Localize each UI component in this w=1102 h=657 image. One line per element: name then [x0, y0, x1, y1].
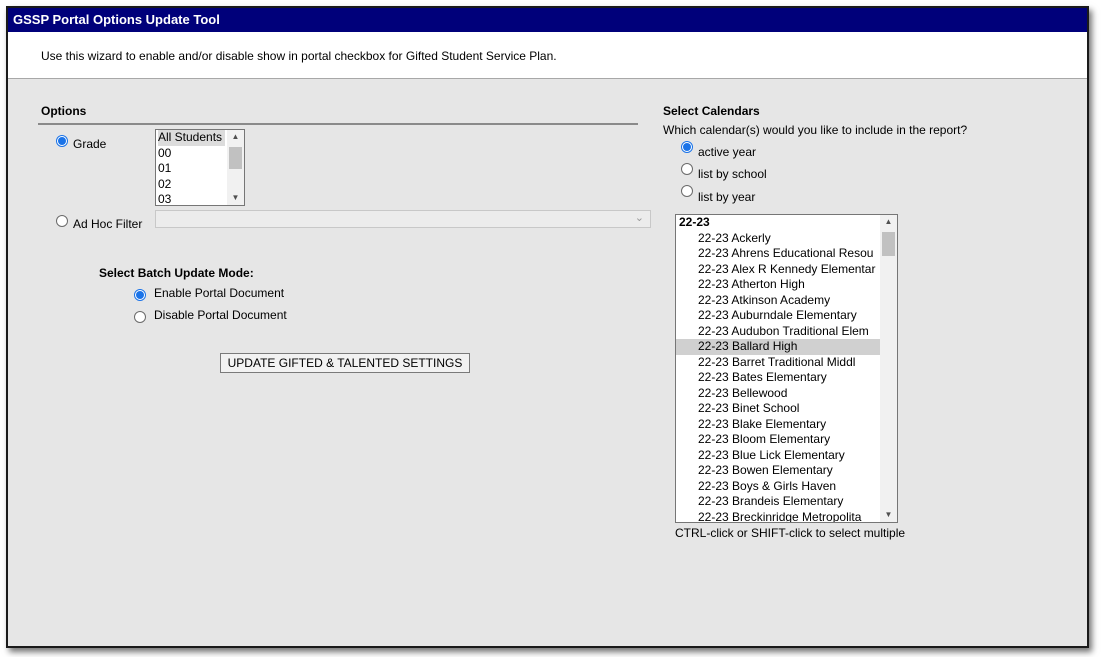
grade-option[interactable]: 01: [158, 161, 225, 177]
options-heading: Options: [41, 104, 87, 118]
multi-select-hint: CTRL-click or SHIFT-click to select mult…: [675, 526, 906, 540]
scroll-thumb[interactable]: [882, 232, 895, 256]
active-year-radio[interactable]: [681, 141, 693, 153]
enable-radio[interactable]: [134, 289, 146, 301]
calendar-option[interactable]: 22-23 Ballard High: [676, 339, 880, 355]
calendar-option[interactable]: 22-23 Atherton High: [676, 277, 880, 293]
scroll-down-icon[interactable]: ▼: [880, 508, 897, 522]
calendar-option[interactable]: 22-23 Ahrens Educational Resou: [676, 246, 880, 262]
grade-scrollbar[interactable]: ▲ ▼: [227, 130, 244, 205]
window-title: GSSP Portal Options Update Tool: [8, 8, 1087, 32]
grade-listbox[interactable]: All Students 00 01 02 03 ▲ ▼: [155, 129, 245, 206]
scroll-up-icon[interactable]: ▲: [227, 130, 244, 144]
update-settings-button[interactable]: UPDATE GIFTED & TALENTED SETTINGS: [220, 353, 470, 373]
grade-radio[interactable]: [56, 135, 68, 147]
adhoc-label: Ad Hoc Filter: [73, 217, 143, 231]
list-by-year-label: list by year: [698, 190, 756, 204]
batch-heading: Select Batch Update Mode:: [99, 266, 254, 280]
scroll-up-icon[interactable]: ▲: [880, 215, 897, 229]
calendar-listbox[interactable]: 22-23 22-23 Ackerly 22-23 Ahrens Educatio…: [675, 214, 898, 523]
calendar-option[interactable]: 22-23 Blue Lick Elementary: [676, 448, 880, 464]
calendars-heading: Select Calendars: [663, 104, 760, 118]
disable-radio[interactable]: [134, 311, 146, 323]
calendar-option[interactable]: 22-23 Blake Elementary: [676, 417, 880, 433]
calendar-scrollbar[interactable]: ▲ ▼: [880, 215, 897, 522]
grade-option[interactable]: All Students: [158, 130, 225, 146]
active-year-label: active year: [698, 145, 757, 159]
calendar-option[interactable]: 22-23 Barret Traditional Middl: [676, 355, 880, 371]
adhoc-filter-select[interactable]: ⌄: [155, 210, 651, 228]
grade-option[interactable]: 02: [158, 177, 225, 193]
calendar-group-label: 22-23: [679, 215, 710, 229]
calendar-option[interactable]: 22-23 Alex R Kennedy Elementar: [676, 262, 880, 278]
grade-option[interactable]: 00: [158, 146, 225, 162]
calendar-option[interactable]: 22-23 Boys & Girls Haven: [676, 479, 880, 495]
calendar-option[interactable]: 22-23 Ackerly: [676, 231, 880, 247]
chevron-down-icon: ⌄: [634, 212, 644, 224]
grade-option[interactable]: 03: [158, 192, 225, 205]
calendar-option[interactable]: 22-23 Bloom Elementary: [676, 432, 880, 448]
enable-label: Enable Portal Document: [154, 286, 285, 300]
options-divider: [38, 123, 638, 125]
tool-window: GSSP Portal Options Update Tool Use this…: [6, 6, 1089, 648]
list-by-school-radio[interactable]: [681, 163, 693, 175]
disable-label: Disable Portal Document: [154, 308, 287, 322]
adhoc-radio[interactable]: [56, 215, 68, 227]
calendar-option[interactable]: 22-23 Bates Elementary: [676, 370, 880, 386]
grade-label: Grade: [73, 137, 107, 151]
list-by-year-radio[interactable]: [681, 185, 693, 197]
calendar-option[interactable]: 22-23 Auburndale Elementary: [676, 308, 880, 324]
list-by-school-label: list by school: [698, 167, 767, 181]
calendar-option[interactable]: 22-23 Bowen Elementary: [676, 463, 880, 479]
scroll-thumb[interactable]: [229, 147, 242, 169]
calendar-option[interactable]: 22-23 Breckinridge Metropolita: [676, 510, 880, 523]
calendar-option[interactable]: 22-23 Bellewood: [676, 386, 880, 402]
description-panel: Use this wizard to enable and/or disable…: [8, 32, 1087, 79]
calendars-question: Which calendar(s) would you like to incl…: [663, 123, 968, 137]
calendar-option[interactable]: 22-23 Atkinson Academy: [676, 293, 880, 309]
calendar-option[interactable]: 22-23 Audubon Traditional Elem: [676, 324, 880, 340]
scroll-down-icon[interactable]: ▼: [227, 191, 244, 205]
calendar-option[interactable]: 22-23 Brandeis Elementary: [676, 494, 880, 510]
calendar-option[interactable]: 22-23 Binet School: [676, 401, 880, 417]
description-text: Use this wizard to enable and/or disable…: [41, 49, 557, 63]
